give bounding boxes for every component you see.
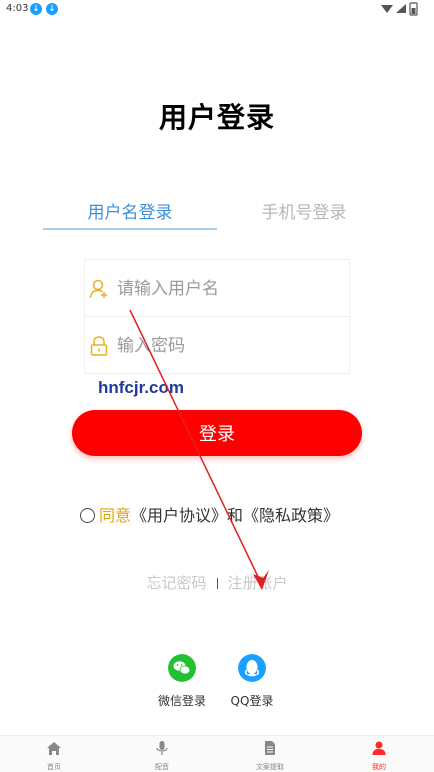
download-notification-icon: ↓	[46, 3, 58, 15]
status-bar: 4:03 ↓ ↓	[0, 0, 434, 18]
microphone-icon	[156, 741, 168, 755]
login-form	[84, 259, 350, 375]
login-button[interactable]: 登录	[72, 410, 362, 456]
lock-icon	[90, 336, 108, 356]
nav-item-dubbing[interactable]: 配音	[122, 740, 202, 772]
wechat-icon[interactable]	[168, 654, 196, 682]
tab-username-login[interactable]: 用户名登录	[43, 198, 217, 223]
user-agreement-link[interactable]: 《用户协议》	[131, 506, 227, 525]
signal-icon	[396, 4, 406, 13]
watermark-text: hnfcjr.com	[98, 378, 184, 397]
and-text: 和	[227, 506, 244, 525]
qq-login-label: QQ登录	[230, 694, 274, 708]
qq-login[interactable]: QQ登录	[217, 654, 287, 709]
wechat-login[interactable]: 微信登录	[147, 654, 217, 709]
password-input[interactable]	[117, 331, 343, 361]
privacy-policy-link[interactable]: 《隐私政策》	[243, 506, 339, 525]
status-indicators	[381, 2, 418, 16]
nav-item-home[interactable]: 首页	[14, 740, 94, 772]
active-tab-indicator	[43, 228, 217, 230]
password-row	[84, 316, 350, 374]
register-link[interactable]: 注册账户	[228, 574, 288, 592]
account-links: 忘记密码 注册账户	[0, 572, 434, 593]
nav-label-text-extract: 文案提取	[256, 763, 284, 771]
nav-label-home: 首页	[47, 763, 61, 771]
forgot-password-link[interactable]: 忘记密码	[146, 574, 206, 592]
page-title: 用户登录	[158, 101, 275, 134]
agree-label: 同意	[99, 506, 132, 525]
nav-item-mine[interactable]: 我的	[339, 740, 419, 772]
home-icon	[47, 742, 61, 755]
nav-item-text-extract[interactable]: 文案提取	[230, 740, 310, 772]
agree-radio[interactable]	[80, 508, 95, 523]
link-separator	[216, 578, 218, 589]
tab-phone-login[interactable]: 手机号登录	[244, 198, 364, 223]
download-notification-icon: ↓	[30, 3, 42, 15]
wechat-login-label: 微信登录	[157, 694, 206, 708]
username-input[interactable]	[117, 274, 343, 304]
person-icon	[372, 741, 386, 755]
qq-icon[interactable]	[238, 654, 266, 682]
status-time: 4:03	[6, 3, 29, 14]
wifi-icon	[381, 5, 393, 13]
bottom-navigation: 首页 配音 文案提取 我的	[0, 735, 434, 772]
user-add-icon	[89, 279, 107, 299]
document-icon	[265, 741, 275, 755]
nav-label-dubbing: 配音	[155, 763, 169, 771]
agreement-row: 同意《用户协议》和《隐私政策》	[80, 502, 339, 525]
nav-label-mine: 我的	[372, 763, 386, 771]
username-row	[84, 259, 350, 317]
